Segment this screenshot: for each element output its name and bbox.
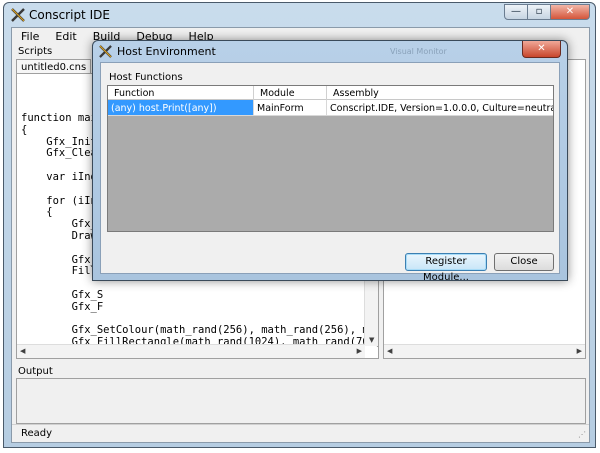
host-functions-label: Host Functions — [109, 72, 183, 83]
scroll-left-icon[interactable]: ◀ — [20, 347, 25, 355]
code-line: Gfx_Clear — [21, 147, 104, 160]
grid-header: Function Module Assembly — [108, 86, 553, 100]
column-header-assembly[interactable]: Assembly — [327, 86, 553, 100]
maximize-button[interactable]: ▫ — [527, 4, 551, 20]
window-title: Conscript IDE — [29, 8, 110, 22]
output-panel[interactable] — [16, 378, 586, 424]
code-line: Gfx_S — [21, 289, 104, 301]
code-line: function main — [21, 112, 104, 124]
code-line: Gfx_F — [21, 300, 104, 313]
code-line: var iInde — [21, 171, 104, 183]
dialog-title: Host Environment — [117, 45, 216, 58]
dialog-close-action-button[interactable]: Close — [494, 253, 554, 271]
cell-module[interactable]: MainForm — [254, 100, 327, 116]
host-functions-grid[interactable]: Function Module Assembly (any) host.Prin… — [107, 85, 554, 232]
host-environment-dialog: Host Environment Visual Monitor ✕ Host F… — [92, 40, 568, 283]
dialog-close-button[interactable]: ✕ — [522, 41, 561, 58]
column-header-module[interactable]: Module — [254, 86, 327, 100]
output-label: Output — [18, 366, 53, 377]
minimize-button[interactable]: — — [504, 4, 528, 20]
close-button[interactable]: ✕ — [550, 4, 590, 20]
window-controls: — ▫ ✕ — [504, 4, 590, 20]
dialog-client-area: Host Functions Function Module Assembly … — [100, 62, 560, 283]
code-line: Gfx_SetColour(math_rand(256), math_rand(… — [21, 324, 379, 337]
code-line: { — [21, 206, 53, 219]
scroll-right-icon[interactable]: ▶ — [357, 347, 362, 355]
column-header-function[interactable]: Function — [108, 86, 254, 100]
code-line: DrawC — [21, 230, 104, 242]
cell-assembly[interactable]: Conscript.IDE, Version=1.0.0.0, Culture=… — [327, 100, 553, 116]
main-titlebar[interactable]: Conscript IDE — ▫ ✕ — [4, 3, 595, 27]
code-line: Gfx_Initi — [21, 135, 104, 148]
status-bar: Ready ⋰ — [12, 424, 589, 442]
app-logo-icon — [99, 45, 112, 58]
table-row[interactable]: (any) host.Print([any]) MainForm Conscri… — [108, 100, 553, 116]
resize-grip-icon[interactable]: ⋰ — [578, 430, 586, 439]
code-line: Gfx_S — [21, 218, 104, 231]
menu-file[interactable]: File — [12, 28, 46, 46]
app-logo-icon — [11, 8, 25, 22]
code-line: Gfx_S — [21, 253, 104, 266]
scroll-right-icon[interactable]: ▶ — [577, 347, 582, 355]
scroll-left-icon[interactable]: ◀ — [387, 347, 392, 355]
code-line: { — [21, 123, 28, 136]
code-line: FillC — [21, 265, 104, 278]
menu-edit[interactable]: Edit — [46, 28, 83, 46]
status-text: Ready — [21, 428, 53, 439]
scroll-down-icon[interactable]: ▼ — [369, 336, 374, 344]
scripts-label: Scripts — [18, 46, 53, 57]
editor-horizontal-scrollbar[interactable]: ◀ ▶ — [17, 344, 365, 358]
code-line: for (iInd — [21, 194, 104, 207]
side-panel-scrollbar[interactable]: ◀ ▶ — [384, 344, 585, 358]
background-window-title: Visual Monitor — [390, 47, 447, 56]
register-module-button[interactable]: Register Module... — [405, 253, 487, 283]
cell-function[interactable]: (any) host.Print([any]) — [108, 100, 254, 116]
